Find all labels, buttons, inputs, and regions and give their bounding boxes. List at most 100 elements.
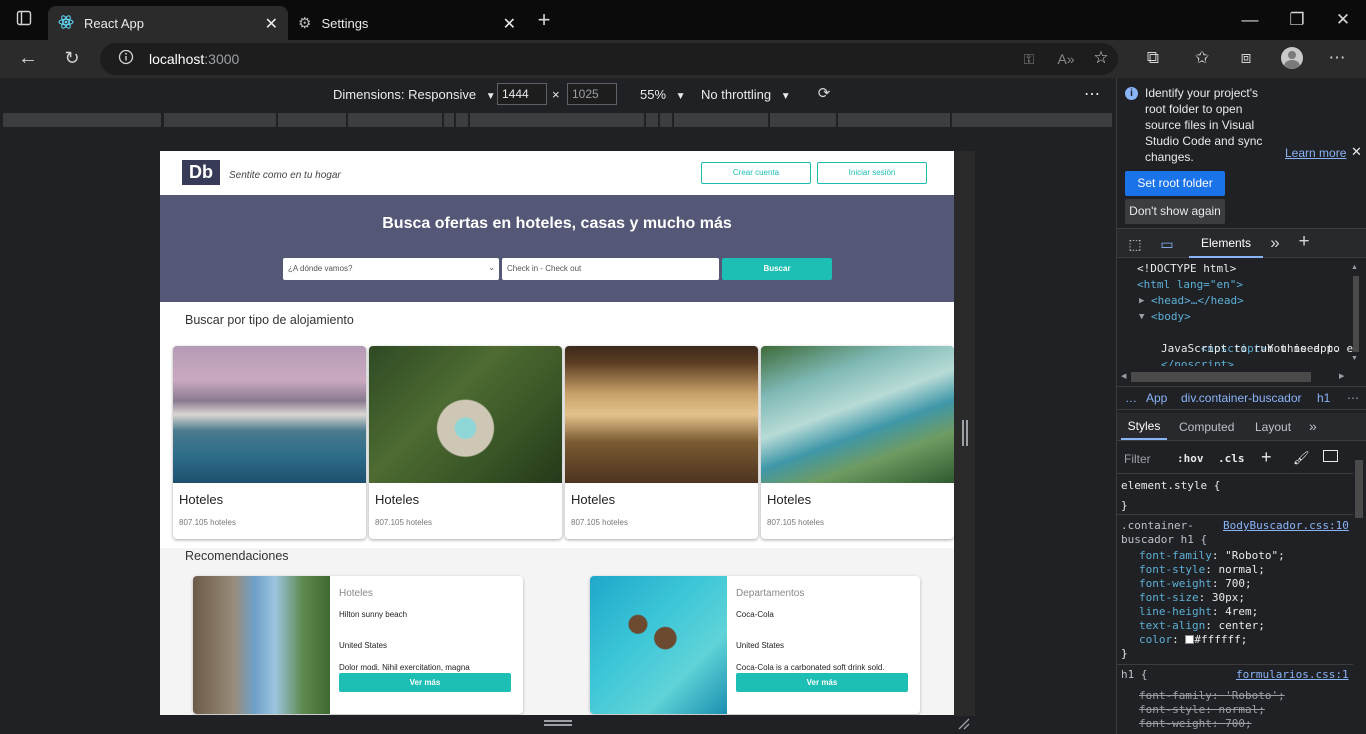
tab-settings[interactable]: ⚙ Settings ✕ [288,6,526,40]
right-resize-handle[interactable] [962,420,968,446]
dom-scrollbar[interactable] [1353,276,1359,352]
overridden-property[interactable]: font-weight: 700; [1139,716,1252,732]
ruler-segment[interactable] [770,113,836,127]
close-tab-icon[interactable]: ✕ [265,14,278,34]
category-card[interactable]: Hoteles 807.105 hoteles [565,346,758,539]
more-tabs-icon[interactable]: » [1265,233,1285,253]
ruler-segment[interactable] [646,113,658,127]
ruler-segment[interactable] [952,113,1112,127]
close-tab-icon[interactable]: ✕ [503,14,516,34]
rule2-selector[interactable]: h1 { [1121,667,1148,683]
back-icon[interactable]: ← [17,48,39,68]
recommendation-card[interactable]: Hoteles Hilton sunny beach United States… [193,576,523,714]
dimensions-dropdown[interactable]: Dimensions: Responsive ▼ [333,87,496,102]
new-rule-icon[interactable]: + [1261,447,1272,468]
read-aloud-icon[interactable]: A» [1055,49,1077,69]
ruler-segment[interactable] [164,113,276,127]
add-tab-icon[interactable]: + [1294,232,1314,252]
dont-show-again-button[interactable]: Don't show again [1125,199,1225,224]
breadcrumb-container[interactable]: div.container-buscador [1181,387,1302,409]
key-icon[interactable]: ⚿ [1019,49,1039,69]
dom-tree[interactable]: <!DOCTYPE html> <html lang="en"> ▶ <head… [1117,260,1353,366]
new-tab-icon[interactable]: + [534,9,554,31]
corner-resize-handle[interactable] [958,718,970,730]
tab-layout[interactable]: Layout [1255,420,1291,434]
dom-expand-arrow[interactable]: ▶ [1139,293,1144,309]
media-query-ruler[interactable] [0,110,1116,130]
dom-noscript-close[interactable]: </noscript> [1161,357,1234,366]
breadcrumb-h1[interactable]: h1 [1317,387,1330,409]
create-account-button[interactable]: Crear cuenta [701,162,811,184]
tab-styles[interactable]: Styles [1121,413,1167,440]
ruler-segment[interactable] [3,113,161,127]
url-input[interactable]: localhost:3000 ⚿ A» ☆ [100,43,1118,75]
sidebar-toggle-icon[interactable] [1323,450,1338,462]
profile-avatar[interactable] [1281,47,1303,69]
favorites-icon[interactable]: ✩ [1191,48,1213,68]
dom-hscrollbar[interactable] [1131,372,1311,382]
dom-html[interactable]: <html lang="en"> [1137,277,1243,293]
throttling-dropdown[interactable]: No throttling ▼ [701,87,791,102]
tab-react-app[interactable]: React App ✕ [48,6,288,40]
ruler-segment[interactable] [278,113,346,127]
style-property[interactable]: color: #ffffff; [1139,632,1247,648]
styles-filter-input[interactable]: Filter [1124,452,1151,466]
more-styles-tabs-icon[interactable]: » [1309,418,1317,434]
rotate-icon[interactable]: ⟳ [814,84,834,104]
set-root-folder-button[interactable]: Set root folder [1125,171,1225,196]
see-more-button[interactable]: Ver más [339,673,511,692]
learn-more-link[interactable]: Learn more [1285,146,1346,160]
styles-scrollbar[interactable] [1355,460,1363,518]
search-button[interactable]: Buscar [722,258,832,280]
destination-select[interactable]: ¿A dónde vamos? ⌄ [283,258,499,280]
info-icon[interactable] [116,49,136,70]
extensions-icon[interactable]: ⧉ [1142,48,1164,68]
tab-computed[interactable]: Computed [1179,420,1234,434]
paint-brush-icon[interactable]: 🖌 [1293,450,1310,466]
breadcrumb-ellipsis[interactable]: … [1125,387,1137,409]
height-input[interactable]: 1025 [567,83,617,105]
breadcrumb-app[interactable]: App [1146,387,1167,409]
device-toggle-icon[interactable]: ▭ [1157,234,1177,254]
ruler-segment[interactable] [674,113,768,127]
width-input[interactable]: 1444 [497,83,547,105]
ruler-segment[interactable] [470,113,644,127]
refresh-icon[interactable]: ↻ [61,48,83,68]
collections-icon[interactable]: ⧈ [1235,48,1257,68]
ruler-segment[interactable] [660,113,672,127]
rule1-source-link[interactable]: BodyBuscador.css:10 [1223,518,1349,534]
ruler-segment[interactable] [456,113,468,127]
dom-scroll-up-icon[interactable]: ▲ [1351,264,1358,271]
bottom-resize-handle[interactable] [544,720,572,726]
more-menu-icon[interactable]: ⋯ [1326,48,1348,68]
ruler-segment[interactable] [838,113,950,127]
login-button[interactable]: Iniciar sesión [817,162,927,184]
inspect-icon[interactable]: ⬚ [1125,234,1145,254]
dom-scroll-right-icon[interactable]: ▶ [1339,372,1344,380]
dom-scroll-left-icon[interactable]: ◀ [1121,372,1126,380]
dom-scroll-down-icon[interactable]: ▼ [1351,355,1358,362]
see-more-button[interactable]: Ver más [736,673,908,692]
ruler-segment[interactable] [444,113,454,127]
breadcrumb-more-icon[interactable]: ⋯ [1347,387,1359,409]
add-favorite-icon[interactable]: ☆ [1090,48,1112,68]
toolbar-more-button[interactable]: ⋯ [1084,84,1100,104]
restore-icon[interactable]: ❐ [1287,10,1307,30]
element-style-rule[interactable]: element.style { [1121,478,1220,494]
class-toggle[interactable]: .cls [1218,452,1245,465]
close-window-icon[interactable]: ✕ [1333,10,1353,30]
category-card[interactable]: Hoteles 807.105 hoteles [173,346,366,539]
zoom-dropdown[interactable]: 55% ▼ [640,87,686,102]
ruler-segment[interactable] [348,113,442,127]
dates-input[interactable]: Check in - Check out [502,258,719,280]
minimize-icon[interactable]: — [1240,10,1260,30]
dom-doctype[interactable]: <!DOCTYPE html> [1137,261,1236,277]
recommendation-card[interactable]: Departamentos Coca-Cola United States Co… [590,576,920,714]
tab-elements[interactable]: Elements [1189,229,1263,258]
rule2-source-link[interactable]: formularios.css:1 [1236,667,1349,683]
close-infobar-icon[interactable]: ✕ [1351,144,1362,160]
dom-body[interactable]: <body> [1151,309,1191,325]
rule1-selector-cont[interactable]: buscador h1 { [1121,532,1207,548]
dom-head[interactable]: <head>…</head> [1151,293,1244,309]
category-card[interactable]: Hoteles 807.105 hoteles [761,346,954,539]
